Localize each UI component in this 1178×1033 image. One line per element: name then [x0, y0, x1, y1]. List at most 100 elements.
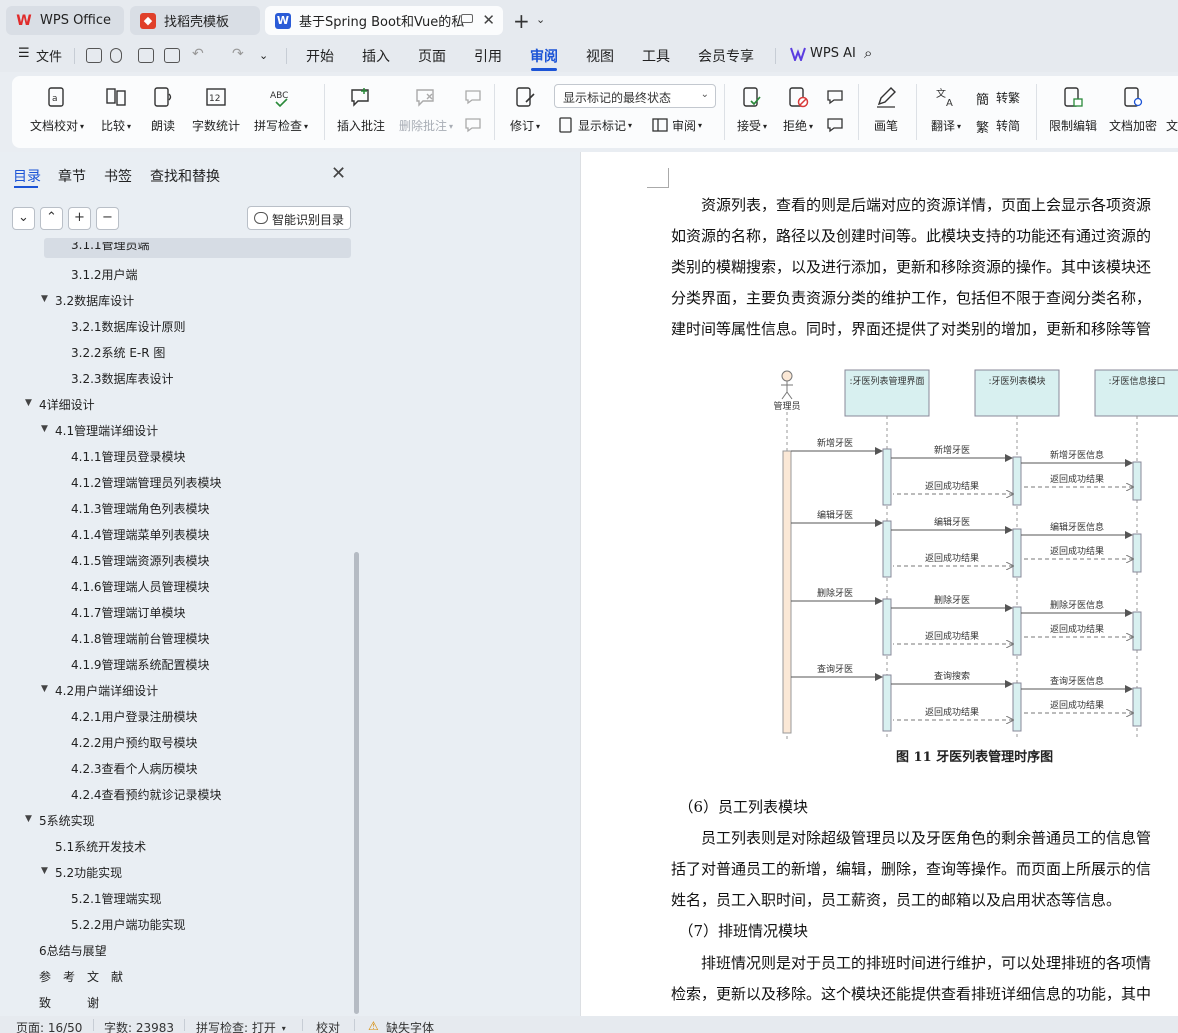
document-page[interactable]: 资源列表，查看的则是后端对应的资源详情，页面上会显示各项资源 如资源的名称，路径以… — [580, 152, 1178, 1016]
toc-item[interactable]: 4.2.1用户登录注册模块 — [71, 708, 198, 725]
save-icon[interactable] — [86, 48, 102, 63]
menu-review[interactable]: 审阅 — [530, 46, 558, 66]
page-indicator[interactable]: 页面: 16/50 — [16, 1019, 82, 1033]
proofread-status[interactable]: 校对 — [316, 1019, 340, 1033]
toc-item[interactable]: 参 考 文 献 — [39, 968, 123, 985]
translate-button[interactable]: 文A 翻译 ▾ — [924, 76, 968, 148]
expand-arrow-icon[interactable]: ▼ — [41, 294, 48, 304]
markup-mode-select[interactable]: 显示标记的最终状态 ⌄ — [554, 84, 716, 108]
collapse-down-icon[interactable]: ⌄ — [12, 207, 35, 230]
menu-start[interactable]: 开始 — [306, 46, 334, 66]
expand-arrow-icon[interactable]: ▼ — [41, 684, 48, 694]
spell-check-button[interactable]: ABC 拼写检查 ▾ — [250, 76, 312, 148]
close-icon[interactable]: ✕ — [331, 163, 346, 184]
menu-wps-ai[interactable]: WPS AI — [810, 46, 856, 61]
toc-item[interactable]: 4.2用户端详细设计 — [55, 682, 158, 699]
toc-item[interactable]: 5.2功能实现 — [55, 864, 122, 881]
toc-item[interactable]: 4.1.3管理端角色列表模块 — [71, 500, 210, 517]
show-markup-button[interactable]: 显示标记 ▾ — [558, 114, 632, 136]
toc-item[interactable]: 致 谢 — [39, 994, 99, 1011]
to-simplified-button[interactable]: 繁 转简 — [976, 114, 1020, 137]
toc-item[interactable]: 6总结与展望 — [39, 942, 107, 959]
smart-toc-button[interactable]: 智能识别目录 — [247, 206, 351, 230]
tab-toc[interactable]: 目录 — [13, 166, 41, 186]
to-traditional-button[interactable]: 簡 转繁 — [976, 86, 1020, 109]
toc-item[interactable]: 5.2.1管理端实现 — [71, 890, 162, 907]
toc-item[interactable]: 3.2.2系统 E-R 图 — [71, 344, 165, 361]
encrypt-button[interactable]: 文档加密 — [1106, 76, 1160, 148]
redo-icon[interactable]: ↷ — [232, 46, 244, 62]
quick-access-more-icon[interactable]: ⌄ — [259, 49, 268, 62]
overflow-button[interactable]: 文 — [1166, 76, 1178, 148]
print-preview-icon[interactable] — [164, 48, 180, 63]
toc-item[interactable]: 4.1.1管理员登录模块 — [71, 448, 186, 465]
search-icon[interactable]: ⌕ — [864, 44, 872, 62]
menu-tools[interactable]: 工具 — [642, 46, 670, 66]
delete-comment-button[interactable]: 删除批注 ▾ — [396, 76, 456, 148]
tab-bookmarks[interactable]: 书签 — [104, 166, 132, 186]
prev-comment-button[interactable] — [462, 76, 486, 148]
tab-find-replace[interactable]: 查找和替换 — [150, 166, 220, 186]
menu-member[interactable]: 会员专享 — [698, 46, 754, 66]
toc-item[interactable]: 4.2.2用户预约取号模块 — [71, 734, 198, 751]
close-icon[interactable]: ✕ — [482, 11, 495, 29]
tab-wps-office[interactable]: W WPS Office — [6, 6, 124, 35]
expand-arrow-icon[interactable]: ▼ — [41, 424, 48, 434]
menu-file[interactable]: 文件 — [36, 46, 62, 65]
menu-view[interactable]: 视图 — [586, 46, 614, 66]
toc-item[interactable]: 4.1.6管理端人员管理模块 — [71, 578, 210, 595]
toc-item[interactable]: 5系统实现 — [39, 812, 95, 829]
insert-comment-button[interactable]: 插入批注 — [334, 76, 388, 148]
tab-document[interactable]: W 基于Spring Boot和Vue的私人 ✕ — [265, 6, 503, 35]
toc-item[interactable]: 4.1.4管理端菜单列表模块 — [71, 526, 210, 543]
toc-item[interactable]: 3.2.3数据库表设计 — [71, 370, 174, 387]
add-icon[interactable]: + — [68, 207, 91, 230]
hamburger-icon[interactable]: ☰ — [18, 46, 30, 61]
tab-chapters[interactable]: 章节 — [58, 166, 86, 186]
share-icon[interactable] — [110, 48, 122, 63]
toc-item[interactable]: 5.1系统开发技术 — [55, 838, 146, 855]
toc-item[interactable]: 3.2数据库设计 — [55, 292, 134, 309]
word-count-indicator[interactable]: 字数: 23983 — [104, 1019, 174, 1033]
tab-daoke[interactable]: ◆ 找稻壳模板 — [130, 6, 260, 35]
remove-icon[interactable]: − — [96, 207, 119, 230]
review-pane-button[interactable]: 审阅 ▾ — [652, 114, 702, 136]
expand-arrow-icon[interactable]: ▼ — [25, 398, 32, 408]
collapse-up-icon[interactable]: ⌃ — [40, 207, 63, 230]
track-changes-button[interactable]: 修订 ▾ — [502, 76, 548, 148]
toc-item[interactable]: 3.1.1管理员端 — [71, 242, 150, 256]
toc-item[interactable]: 4.1.9管理端系统配置模块 — [71, 656, 210, 673]
new-tab-icon[interactable]: + — [513, 9, 530, 33]
toc-item[interactable]: 3.1.2用户端 — [71, 266, 138, 283]
missing-font-status[interactable]: 缺失字体 — [386, 1019, 434, 1033]
print-icon[interactable] — [138, 48, 154, 63]
menu-page[interactable]: 页面 — [418, 46, 446, 66]
accept-button[interactable]: 接受 ▾ — [732, 76, 772, 148]
doc-check-button[interactable]: a 文档校对 ▾ — [26, 76, 88, 148]
undo-icon[interactable]: ↶ — [192, 46, 204, 62]
spell-check-status[interactable]: 拼写检查: 打开 ▾ — [196, 1019, 286, 1033]
toc-item[interactable]: 4.2.3查看个人病历模块 — [71, 760, 198, 777]
toc-item[interactable]: 4.1.5管理端资源列表模块 — [71, 552, 210, 569]
toc-item[interactable]: 3.2.1数据库设计原则 — [71, 318, 186, 335]
expand-arrow-icon[interactable]: ▼ — [41, 866, 48, 876]
scrollbar[interactable] — [354, 552, 359, 1014]
toc-item[interactable]: 4详细设计 — [39, 396, 95, 413]
prev-change-button[interactable] — [824, 76, 848, 148]
reject-button[interactable]: 拒绝 ▾ — [778, 76, 818, 148]
toc-item[interactable]: 5.2.2用户端功能实现 — [71, 916, 186, 933]
toc-item[interactable]: 4.2.4查看预约就诊记录模块 — [71, 786, 222, 803]
toc-item[interactable]: 4.1.2管理端管理员列表模块 — [71, 474, 222, 491]
toc-item[interactable]: 4.1.7管理端订单模块 — [71, 604, 186, 621]
read-aloud-button[interactable]: 朗读 — [146, 76, 180, 148]
restrict-edit-button[interactable]: 限制编辑 — [1046, 76, 1100, 148]
menu-reference[interactable]: 引用 — [474, 46, 502, 66]
expand-arrow-icon[interactable]: ▼ — [25, 814, 32, 824]
pen-button[interactable]: 画笔 — [868, 76, 904, 148]
toc-item[interactable]: 4.1管理端详细设计 — [55, 422, 158, 439]
chevron-down-icon[interactable]: ⌄ — [536, 13, 545, 26]
compare-button[interactable]: 比较 ▾ — [96, 76, 136, 148]
word-count-button[interactable]: 12 字数统计 — [188, 76, 244, 148]
toc-item[interactable]: 4.1.8管理端前台管理模块 — [71, 630, 210, 647]
menu-insert[interactable]: 插入 — [362, 46, 390, 66]
